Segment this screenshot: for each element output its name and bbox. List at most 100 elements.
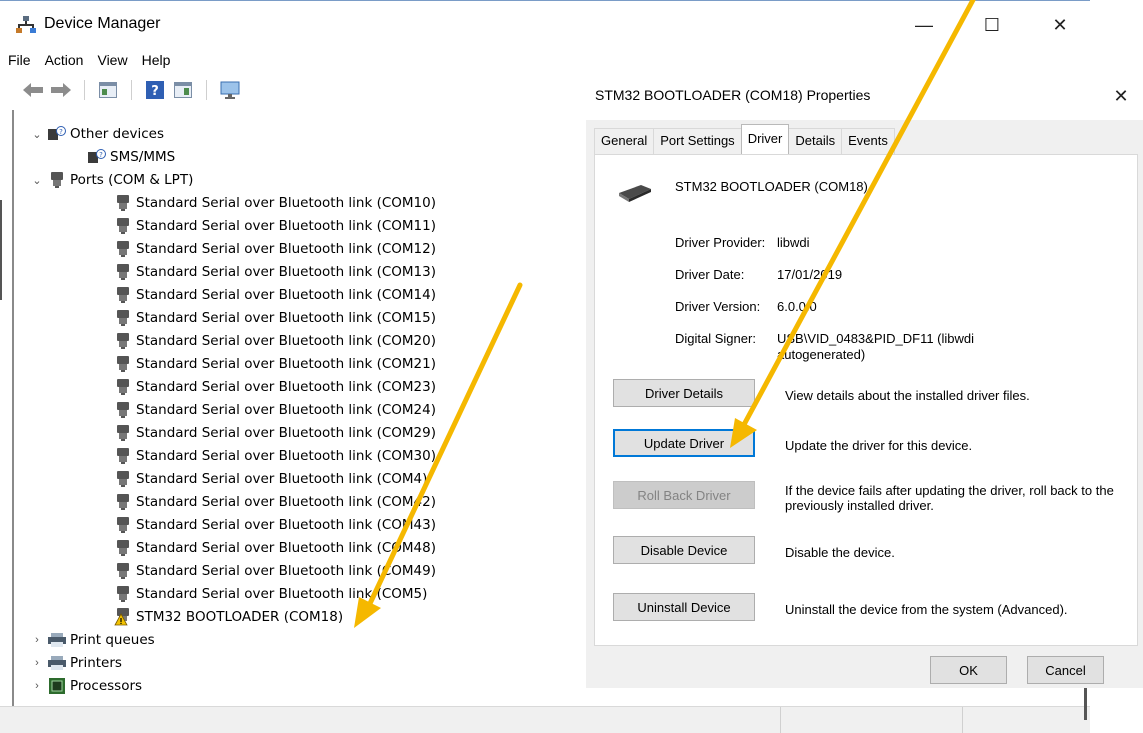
tree-label: Standard Serial over Bluetooth link (COM… — [136, 425, 436, 441]
tree-item-port[interactable]: Standard Serial over Bluetooth link (COM… — [110, 261, 436, 283]
list-view-icon[interactable] — [172, 79, 194, 101]
tree-item-port[interactable]: Standard Serial over Bluetooth link (COM… — [110, 560, 436, 582]
tree-node-other-devices[interactable]: ⌄ ? Other devices — [30, 123, 164, 145]
port-icon — [114, 424, 132, 442]
tree-label: Standard Serial over Bluetooth link (COM… — [136, 333, 436, 349]
uninstall-device-description: Uninstall the device from the system (Ad… — [785, 602, 1068, 617]
ok-button[interactable]: OK — [930, 656, 1007, 684]
chevron-right-icon[interactable]: › — [30, 657, 44, 669]
tree-item-port[interactable]: Standard Serial over Bluetooth link (COM… — [110, 537, 436, 559]
tree-label: SMS/MMS — [110, 149, 176, 165]
driver-tab-panel: STM32 BOOTLOADER (COM18) Driver Provider… — [594, 154, 1138, 646]
tree-item-port[interactable]: Standard Serial over Bluetooth link (COM… — [110, 376, 436, 398]
port-icon — [114, 585, 132, 603]
status-separator — [780, 707, 781, 733]
printer-icon — [48, 654, 66, 672]
disable-device-description: Disable the device. — [785, 545, 895, 560]
tree-item-port[interactable]: Standard Serial over Bluetooth link (COM… — [110, 330, 436, 352]
tree-item-port[interactable]: Standard Serial over Bluetooth link (COM… — [110, 215, 436, 237]
svg-text:?: ? — [59, 128, 63, 136]
printer-icon — [48, 631, 66, 649]
port-icon — [114, 378, 132, 396]
tree-label: Standard Serial over Bluetooth link (COM… — [136, 402, 436, 418]
port-icon — [114, 332, 132, 350]
menu-action[interactable]: Action — [38, 48, 91, 72]
tree-item-stm32-bootloader[interactable]: STM32 BOOTLOADER (COM18) — [110, 606, 343, 628]
port-icon — [48, 171, 66, 189]
tree-item-port[interactable]: Standard Serial over Bluetooth link (COM… — [110, 238, 436, 260]
chevron-down-icon[interactable]: ⌄ — [30, 174, 44, 187]
tab-details[interactable]: Details — [788, 128, 843, 154]
tab-port-settings[interactable]: Port Settings — [653, 128, 742, 154]
uninstall-device-button[interactable]: Uninstall Device — [613, 593, 755, 621]
forward-icon[interactable] — [50, 79, 72, 101]
driver-details-button[interactable]: Driver Details — [613, 379, 755, 407]
menu-help[interactable]: Help — [135, 48, 178, 72]
tree-item-sms-mms[interactable]: ? SMS/MMS — [84, 146, 175, 168]
menu-file[interactable]: File — [0, 48, 38, 72]
port-icon — [114, 309, 132, 327]
tree-item-port[interactable]: Standard Serial over Bluetooth link (COM… — [110, 491, 436, 513]
close-icon[interactable]: ✕ — [1106, 82, 1136, 110]
tree-item-port[interactable]: Standard Serial over Bluetooth link (COM… — [110, 468, 427, 490]
tree-label: Print queues — [70, 632, 155, 648]
minimize-button[interactable]: — — [904, 10, 944, 40]
tree-item-port[interactable]: Standard Serial over Bluetooth link (COM… — [110, 307, 436, 329]
tree-item-port[interactable]: Standard Serial over Bluetooth link (COM… — [110, 192, 436, 214]
port-icon — [114, 194, 132, 212]
port-icon — [114, 263, 132, 281]
chevron-right-icon[interactable]: › — [30, 680, 44, 692]
disable-device-button[interactable]: Disable Device — [613, 536, 755, 564]
tree-label: Standard Serial over Bluetooth link (COM… — [136, 264, 436, 280]
tree-node-printers[interactable]: › Printers — [30, 652, 122, 674]
monitor-icon[interactable] — [219, 79, 241, 101]
update-driver-description: Update the driver for this device. — [785, 438, 973, 453]
tree-label: Standard Serial over Bluetooth link (COM… — [136, 379, 436, 395]
chevron-down-icon[interactable]: ⌄ — [30, 128, 44, 141]
tree-node-ports[interactable]: ⌄ Ports (COM & LPT) — [30, 169, 193, 191]
driver-date-label: Driver Date: — [675, 267, 745, 282]
tree-label: Printers — [70, 655, 122, 671]
tree-left-border — [12, 110, 20, 710]
dialog-title: STM32 BOOTLOADER (COM18) Properties — [595, 87, 871, 103]
unknown-device-icon: ? — [88, 148, 106, 166]
menu-bar: File Action View Help — [0, 48, 177, 72]
roll-back-driver-button[interactable]: Roll Back Driver — [613, 481, 755, 509]
port-icon — [114, 286, 132, 304]
tree-label: Standard Serial over Bluetooth link (COM… — [136, 586, 428, 602]
tree-node-print-queues[interactable]: › Print queues — [30, 629, 155, 651]
tree-node-processors[interactable]: › Processors — [30, 675, 142, 697]
update-driver-button[interactable]: Update Driver — [613, 429, 755, 457]
maximize-button[interactable]: ☐ — [972, 10, 1012, 40]
toolbar-separator — [206, 80, 207, 100]
menu-view[interactable]: View — [90, 48, 134, 72]
tree-label: Other devices — [70, 126, 164, 142]
tree-label: Standard Serial over Bluetooth link (COM… — [136, 195, 436, 211]
tab-events[interactable]: Events — [841, 128, 895, 154]
window-title: Device Manager — [44, 15, 161, 32]
device-name: STM32 BOOTLOADER (COM18) — [675, 179, 868, 194]
digital-signer-label: Digital Signer: — [675, 331, 756, 346]
tree-item-port[interactable]: Standard Serial over Bluetooth link (COM… — [110, 445, 436, 467]
svg-text:?: ? — [151, 84, 159, 99]
back-icon[interactable] — [22, 79, 44, 101]
tree-label: Standard Serial over Bluetooth link (COM… — [136, 356, 436, 372]
tree-label: Standard Serial over Bluetooth link (COM… — [136, 241, 436, 257]
port-icon — [114, 470, 132, 488]
tree-item-port[interactable]: Standard Serial over Bluetooth link (COM… — [110, 284, 436, 306]
chevron-right-icon[interactable]: › — [30, 634, 44, 646]
close-button[interactable]: ✕ — [1040, 10, 1080, 40]
tree-item-port[interactable]: Standard Serial over Bluetooth link (COM… — [110, 422, 436, 444]
tab-driver[interactable]: Driver — [740, 124, 790, 154]
help-icon[interactable]: ? — [144, 79, 166, 101]
tree-item-port[interactable]: Standard Serial over Bluetooth link (COM… — [110, 514, 436, 536]
tree-item-port[interactable]: Standard Serial over Bluetooth link (COM… — [110, 583, 427, 605]
properties-window-icon[interactable] — [97, 79, 119, 101]
cancel-button[interactable]: Cancel — [1027, 656, 1104, 684]
tree-label: Standard Serial over Bluetooth link (COM… — [136, 563, 436, 579]
status-bar — [0, 706, 1090, 733]
tree-item-port[interactable]: Standard Serial over Bluetooth link (COM… — [110, 399, 436, 421]
port-connector-icon — [617, 181, 653, 205]
tree-item-port[interactable]: Standard Serial over Bluetooth link (COM… — [110, 353, 436, 375]
tab-general[interactable]: General — [594, 128, 655, 154]
